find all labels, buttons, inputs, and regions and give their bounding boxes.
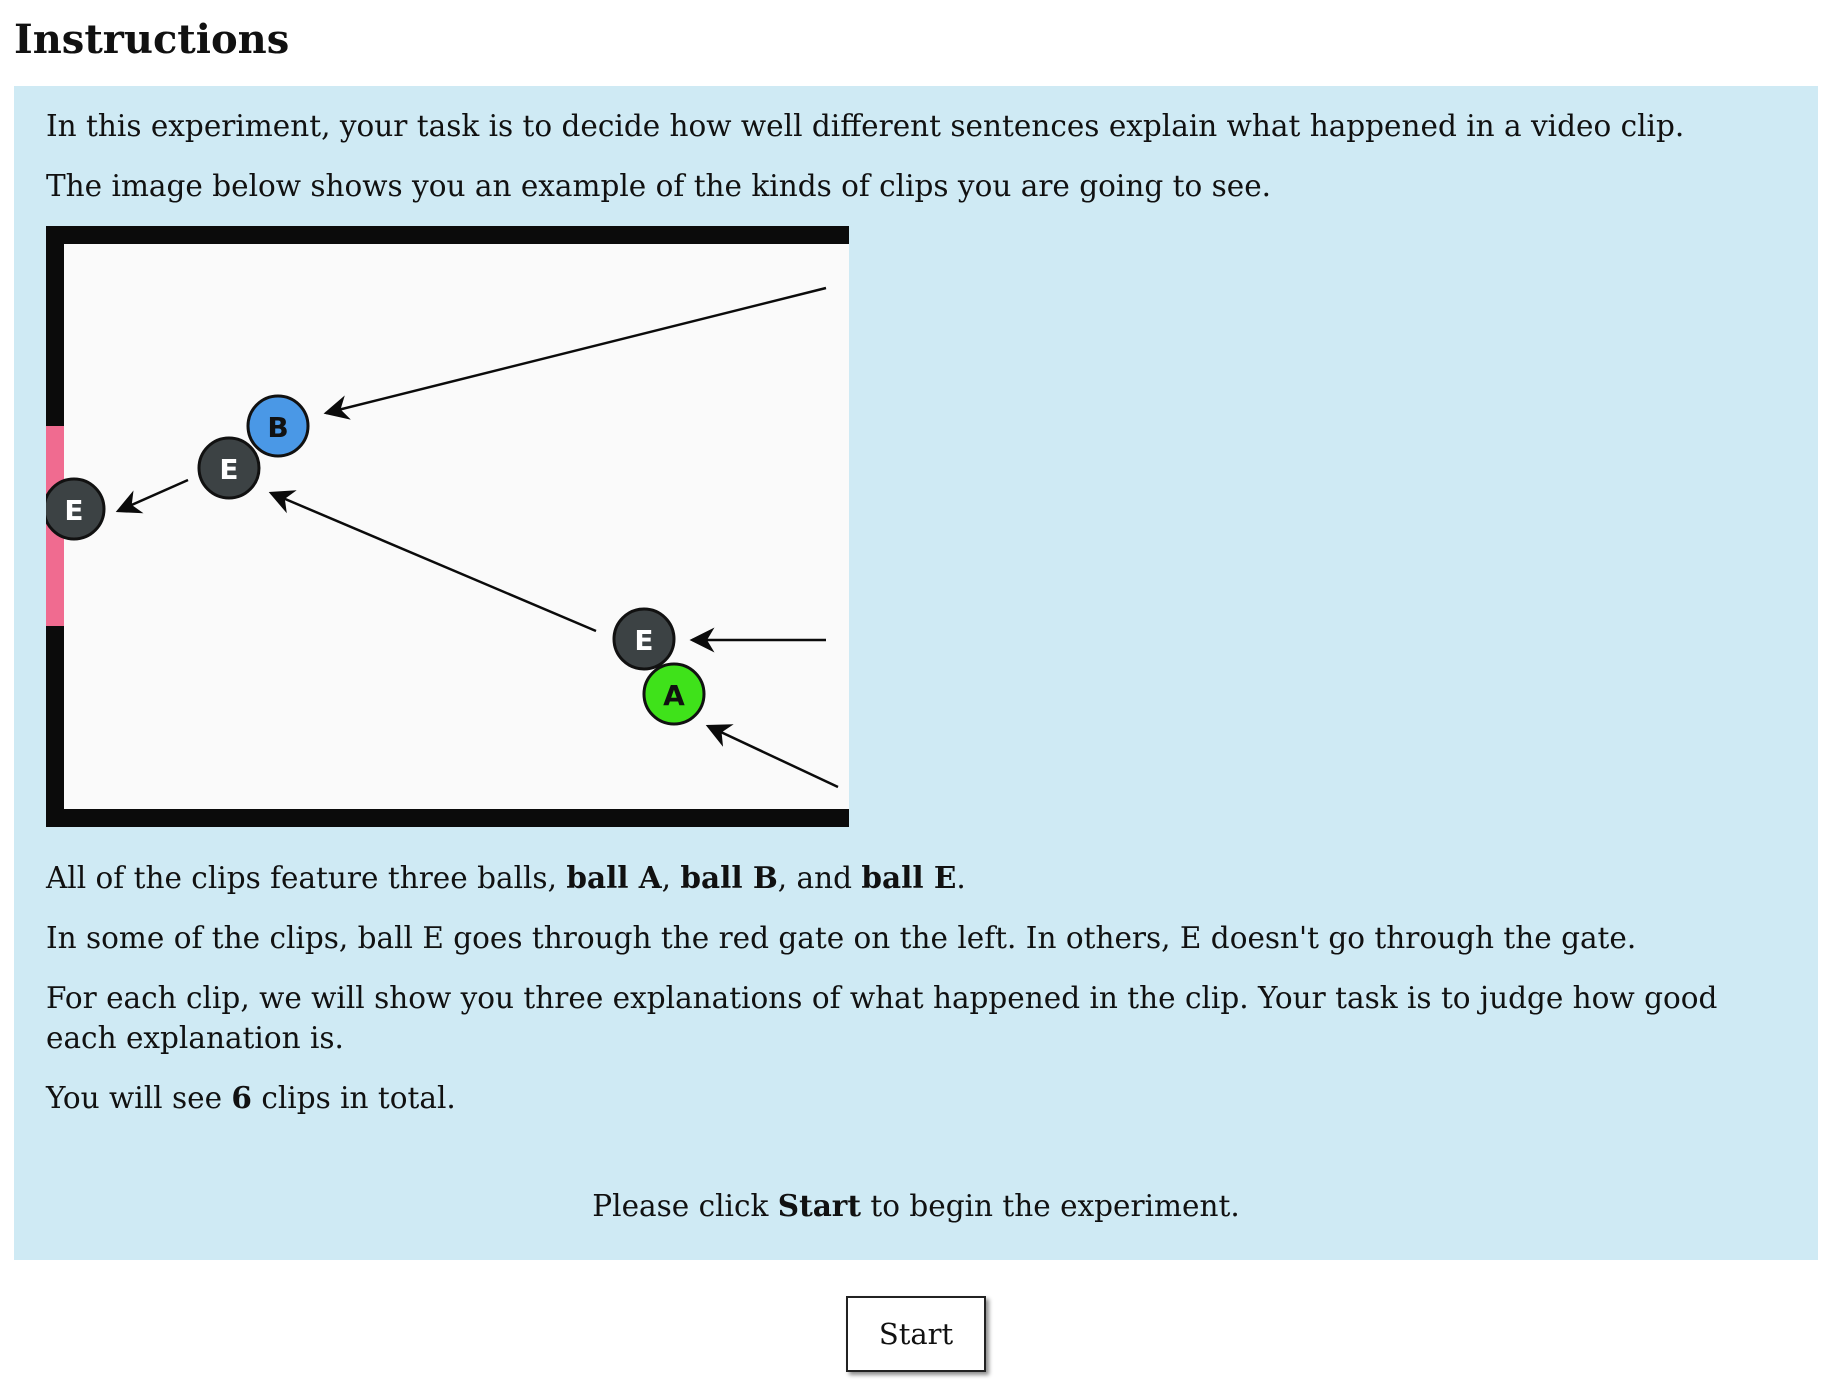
ball-b: B [246, 394, 310, 458]
ball-a-term: ball A [566, 860, 662, 895]
ball-e-upper-label: E [219, 453, 238, 486]
ball-e-upper: E [197, 436, 261, 500]
task-text: For each clip, we will show you three ex… [46, 981, 1718, 1055]
total-clips-text: You will see 6 clips in total. [46, 1080, 456, 1115]
intro-line-2: The image below shows you an example of … [46, 169, 1272, 203]
page-title: Instructions [14, 16, 290, 63]
start-prompt: Please click Start to begin the experime… [592, 1188, 1240, 1223]
ball-e-left-label: E [64, 494, 83, 527]
clip-count: 6 [231, 1080, 252, 1115]
ball-a-label: A [663, 679, 685, 712]
ball-b-term: ball B [680, 860, 778, 895]
instructions-panel: In this experiment, your task is to deci… [14, 86, 1818, 1260]
ball-e-left: E [46, 477, 106, 541]
ball-b-label: B [267, 411, 288, 444]
bottom-wall [46, 809, 849, 827]
example-clip-diagram: B E E E A [46, 226, 849, 827]
start-button[interactable]: Start [846, 1296, 986, 1372]
left-wall-lower [46, 626, 64, 827]
ball-e-lower: E [612, 607, 676, 671]
start-keyword: Start [777, 1188, 861, 1223]
ball-e-term: ball E [861, 860, 957, 895]
top-wall [46, 226, 849, 244]
example-clip-image: B E E E A [46, 226, 849, 827]
features-text: All of the clips feature three balls, ba… [46, 860, 966, 895]
ball-e-lower-label: E [634, 624, 653, 657]
intro-line-1: In this experiment, your task is to deci… [46, 109, 1685, 143]
gate-text: In some of the clips, ball E goes throug… [46, 921, 1637, 955]
left-wall-upper [46, 226, 64, 426]
ball-a: A [642, 662, 706, 726]
